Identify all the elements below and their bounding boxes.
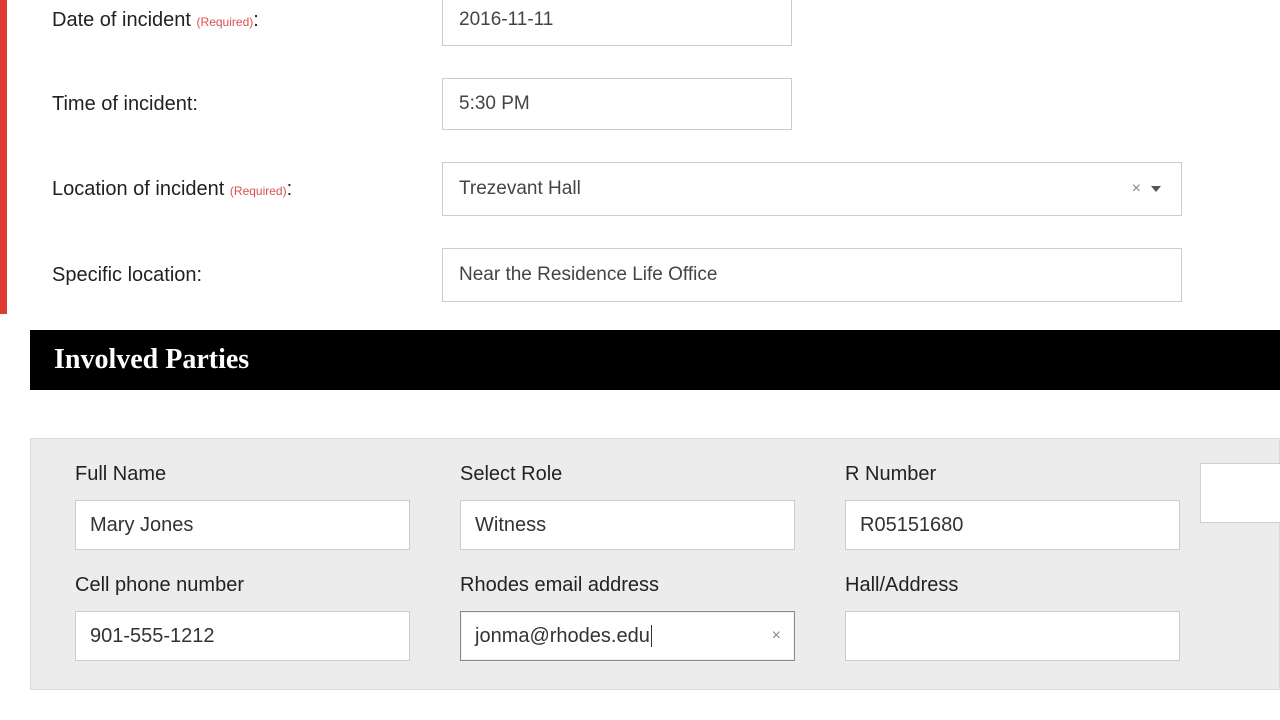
required-badge: (Required) xyxy=(230,184,287,198)
role-label: Select Role xyxy=(460,463,795,486)
full-name-label: Full Name xyxy=(75,463,410,486)
incident-form: Date of incident (Required): 2016-11-11 … xyxy=(0,0,1280,302)
remove-party-button[interactable] xyxy=(1200,463,1280,523)
date-label: Date of incident (Required): xyxy=(52,9,442,32)
date-label-text: Date of incident xyxy=(52,9,191,31)
rnumber-value: R05151680 xyxy=(860,514,963,537)
email-input[interactable]: jonma@rhodes.edu xyxy=(460,611,795,661)
rnumber-label: R Number xyxy=(845,463,1180,486)
cell-input[interactable]: 901-555-1212 xyxy=(75,611,410,661)
email-label: Rhodes email address xyxy=(460,574,795,597)
hall-label: Hall/Address xyxy=(845,574,1180,597)
location-select[interactable]: Trezevant Hall × xyxy=(442,162,1182,216)
clear-icon[interactable]: × xyxy=(1132,180,1141,198)
location-label: Location of incident (Required): xyxy=(52,178,442,201)
cell-value: 901-555-1212 xyxy=(90,625,215,648)
time-label: Time of incident: xyxy=(52,93,442,116)
full-name-value: Mary Jones xyxy=(90,514,193,537)
involved-party-card: Full Name Mary Jones Select Role Witness… xyxy=(30,438,1280,690)
rnumber-input[interactable]: R05151680 xyxy=(845,500,1180,550)
specific-location-label: Specific location: xyxy=(52,264,442,287)
location-value: Trezevant Hall xyxy=(459,178,581,200)
time-value: 5:30 PM xyxy=(459,93,530,115)
location-label-text: Location of incident xyxy=(52,178,224,200)
cell-label: Cell phone number xyxy=(75,574,410,597)
clear-icon[interactable]: × xyxy=(772,627,781,645)
section-header-involved: Involved Parties xyxy=(30,330,1280,390)
email-value: jonma@rhodes.edu xyxy=(475,625,650,648)
chevron-down-icon[interactable] xyxy=(1151,186,1161,192)
role-select[interactable]: Witness xyxy=(460,500,795,550)
hall-input[interactable] xyxy=(845,611,1180,661)
required-badge: (Required) xyxy=(197,15,254,29)
text-cursor xyxy=(651,625,652,647)
full-name-input[interactable]: Mary Jones xyxy=(75,500,410,550)
time-input[interactable]: 5:30 PM xyxy=(442,78,792,130)
role-value: Witness xyxy=(475,514,546,537)
accent-bar xyxy=(0,0,7,314)
date-input[interactable]: 2016-11-11 xyxy=(442,0,792,46)
date-value: 2016-11-11 xyxy=(459,9,553,31)
specific-location-input[interactable]: Near the Residence Life Office xyxy=(442,248,1182,302)
specific-location-value: Near the Residence Life Office xyxy=(459,264,717,286)
